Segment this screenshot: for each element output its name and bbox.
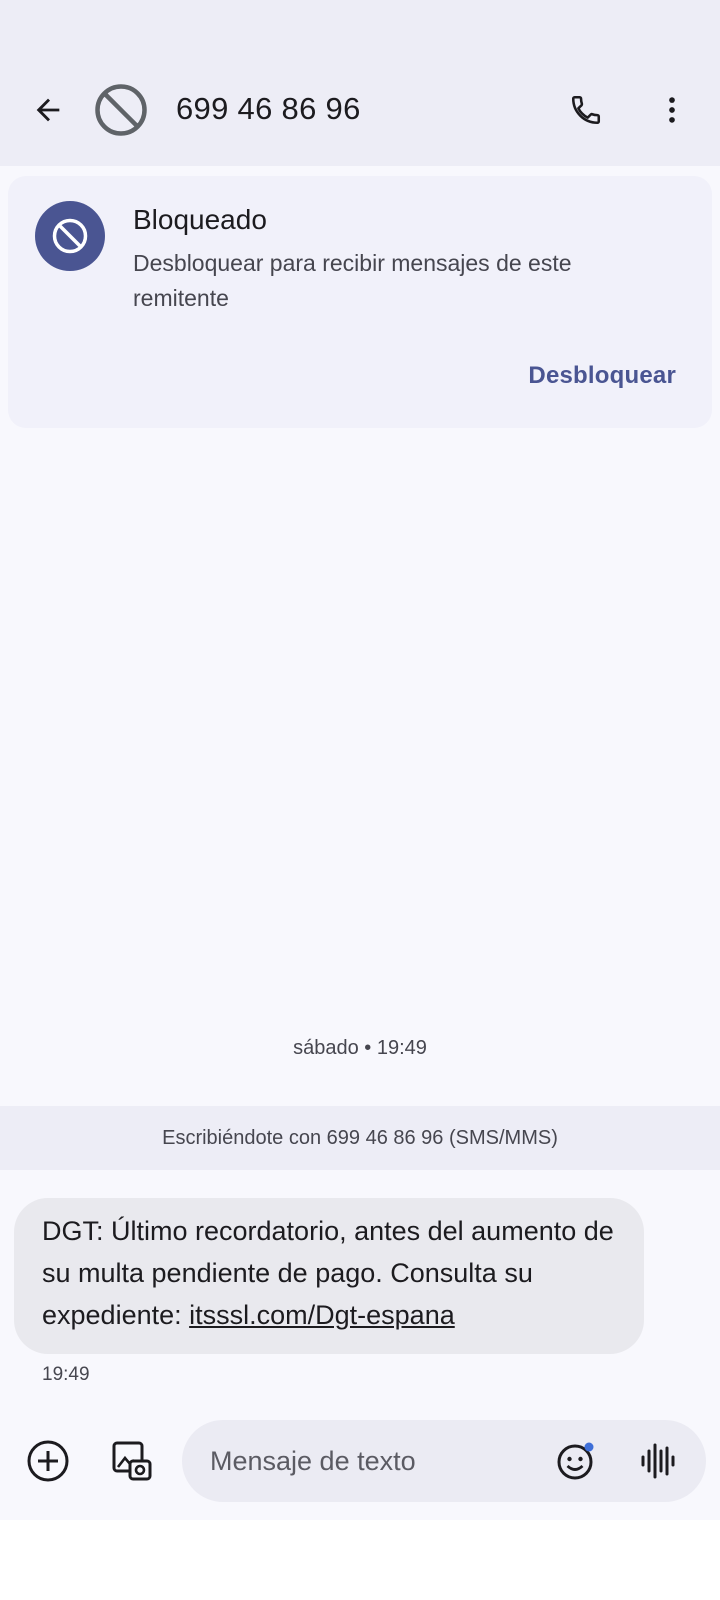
call-button[interactable] — [562, 86, 610, 134]
date-divider: sábado • 19:49 — [293, 1037, 427, 1059]
blocked-avatar — [35, 201, 105, 271]
emoji-button[interactable] — [552, 1437, 600, 1485]
blocked-title: Bloqueado — [133, 204, 267, 235]
message-link[interactable]: itsssl.com/Dgt-espana — [189, 1300, 455, 1330]
blocked-banner: Bloqueado Desbloquear para recibir mensa… — [8, 176, 712, 428]
voice-message-button[interactable] — [634, 1437, 682, 1485]
message-timestamp: 19:49 — [42, 1364, 90, 1385]
conversation-screen: 699 46 86 96 Bloqueado Desbloquear para … — [0, 0, 720, 1520]
blocked-description: Desbloquear para recibir mensajes de est… — [133, 250, 572, 311]
add-attachment-button[interactable] — [24, 1437, 72, 1485]
arrow-back-icon — [36, 98, 60, 122]
more-vert-icon — [669, 97, 675, 123]
phone-icon — [571, 95, 601, 125]
channel-info: Escribiéndote con 699 46 86 96 (SMS/MMS) — [0, 1106, 720, 1170]
top-app-bar: 699 46 86 96 — [0, 0, 720, 166]
blocked-icon — [95, 84, 147, 136]
gallery-camera-icon — [112, 1441, 152, 1481]
add-circle-icon — [27, 1440, 69, 1482]
message-bubble[interactable]: DGT: Último recordatorio, antes del aume… — [14, 1198, 644, 1354]
emoji-icon — [557, 1442, 594, 1480]
gallery-button[interactable] — [108, 1437, 156, 1485]
back-button[interactable] — [24, 86, 72, 134]
more-options-button[interactable] — [648, 86, 696, 134]
contact-title[interactable]: 699 46 86 96 — [176, 89, 361, 129]
blocked-icon — [52, 218, 88, 254]
unblock-button[interactable]: Desbloquear — [528, 360, 676, 392]
voice-waveform-icon — [641, 1443, 675, 1479]
message-input[interactable] — [210, 1420, 530, 1502]
message-composer — [182, 1420, 706, 1502]
contact-avatar[interactable] — [94, 83, 148, 137]
